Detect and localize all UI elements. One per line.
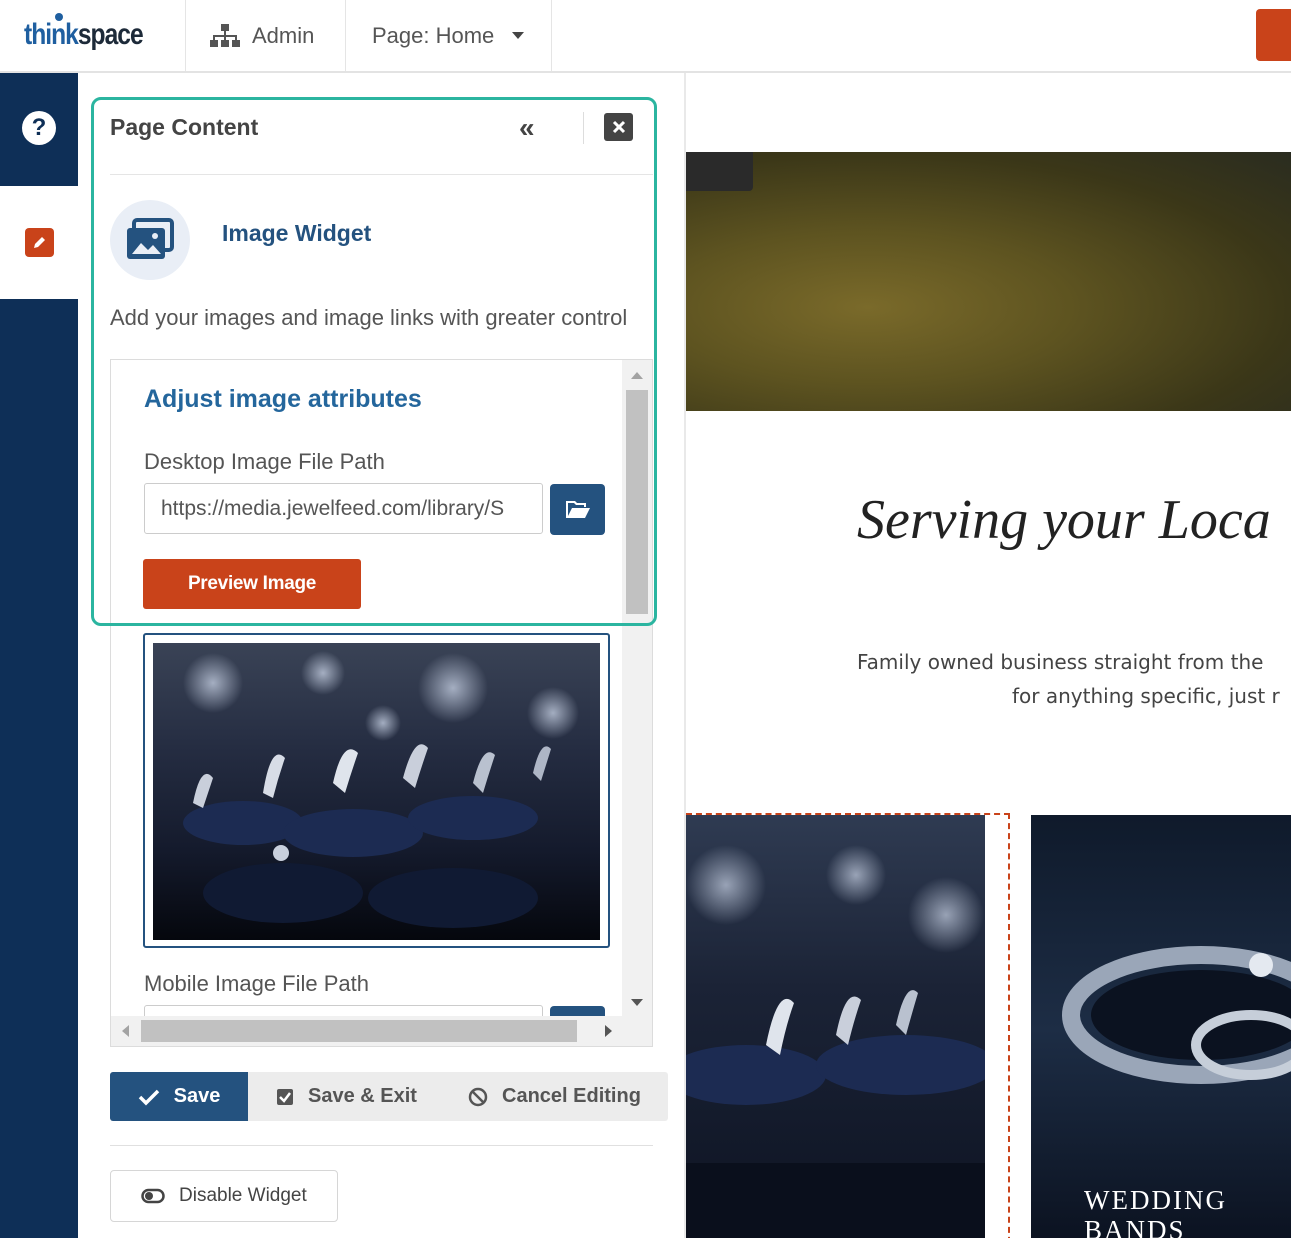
page-selector-dropdown[interactable]: Page: Home (346, 0, 552, 71)
vertical-scrollbar[interactable] (622, 360, 652, 1018)
browse-folder-button[interactable] (550, 484, 605, 535)
admin-label: Admin (252, 22, 315, 48)
toggle-icon (141, 1188, 165, 1204)
panel-divider (110, 174, 653, 175)
preview-image-button[interactable]: Preview Image (143, 559, 361, 609)
hero-overlay-tab (686, 152, 753, 191)
tile-caption-line-2: BANDS (1084, 1215, 1186, 1238)
logo-text: thinkspace (24, 18, 144, 52)
disable-label: Disable Widget (179, 1185, 307, 1206)
pencil-icon (24, 228, 54, 257)
scroll-left-icon[interactable] (122, 1025, 129, 1037)
image-widget-icon (110, 200, 190, 280)
page-selector-label: Page: Home (372, 22, 495, 48)
save-label: Save (173, 1085, 221, 1107)
cancel-editing-button[interactable]: Cancel Editing (446, 1072, 668, 1121)
wedding-band-graphic (1062, 946, 1291, 1084)
wedding-bands-tile-image[interactable] (1031, 815, 1291, 1238)
desktop-path-label: Desktop Image File Path (144, 449, 385, 474)
cancel-label: Cancel Editing (502, 1085, 641, 1107)
scroll-right-icon[interactable] (605, 1025, 612, 1037)
checkbox-icon (277, 1088, 293, 1105)
action-button-group: Save Save & Exit Cancel Editing (110, 1072, 668, 1121)
sitemap-icon (210, 23, 240, 47)
disable-widget-button[interactable]: Disable Widget (110, 1170, 338, 1222)
site-body-line-1: Family owned business straight from the (857, 650, 1264, 674)
chevron-down-icon (512, 32, 525, 39)
logo-think: think (24, 18, 79, 51)
header-divider (583, 112, 584, 144)
ban-icon (468, 1087, 488, 1106)
folder-open-icon (565, 500, 590, 518)
site-body-line-2: for anything specific, just r (1012, 684, 1280, 708)
logo-dot (55, 13, 63, 21)
panel-title: Page Content (110, 114, 259, 140)
horizontal-scroll-thumb[interactable] (141, 1020, 577, 1042)
footer-divider (110, 1145, 653, 1146)
desktop-path-input[interactable]: https://media.jewelfeed.com/library/S (144, 483, 543, 534)
widget-description: Add your images and image links with gre… (110, 305, 628, 330)
horizontal-scrollbar[interactable] (111, 1016, 652, 1046)
desktop-path-value: https://media.jewelfeed.com/library/S (161, 497, 505, 520)
tile-caption: WEDDING BANDS (1084, 1185, 1227, 1238)
save-button[interactable]: Save (110, 1072, 248, 1121)
vertical-scroll-thumb[interactable] (626, 390, 648, 614)
section-title: Adjust image attributes (144, 385, 422, 413)
admin-menu[interactable]: Admin (186, 0, 346, 71)
save-exit-label: Save & Exit (308, 1085, 417, 1107)
top-bar: thinkspace Admin Page: Home (0, 0, 1291, 73)
help-rail-item[interactable]: ? (0, 73, 78, 186)
scroll-up-icon[interactable] (631, 372, 643, 379)
thinkspace-logo[interactable]: thinkspace (0, 0, 186, 71)
rings-preview-image (153, 643, 600, 940)
widget-name: Image Widget (222, 220, 372, 246)
attributes-scroll-area[interactable]: Adjust image attributes Desktop Image Fi… (110, 359, 653, 1047)
image-preview (143, 633, 610, 948)
selected-widget-outline (686, 813, 1010, 1238)
close-panel-icon[interactable] (604, 113, 633, 141)
help-icon: ? (22, 111, 56, 145)
scroll-down-icon[interactable] (631, 999, 643, 1006)
left-rail: ? (0, 73, 78, 1238)
publish-button[interactable] (1256, 9, 1291, 61)
collapse-panel-icon[interactable]: « (519, 112, 534, 144)
save-exit-button[interactable]: Save & Exit (248, 1072, 446, 1121)
tile-caption-line-1: WEDDING (1084, 1185, 1227, 1215)
logo-space: space (77, 18, 144, 51)
edit-rail-item[interactable] (0, 186, 78, 299)
check-icon (138, 1089, 159, 1105)
hero-banner-image (686, 152, 1291, 411)
site-preview: Serving your Loca Family owned business … (686, 73, 1291, 1238)
site-headline: Serving your Loca (857, 489, 1271, 551)
mobile-path-label: Mobile Image File Path (144, 971, 369, 996)
